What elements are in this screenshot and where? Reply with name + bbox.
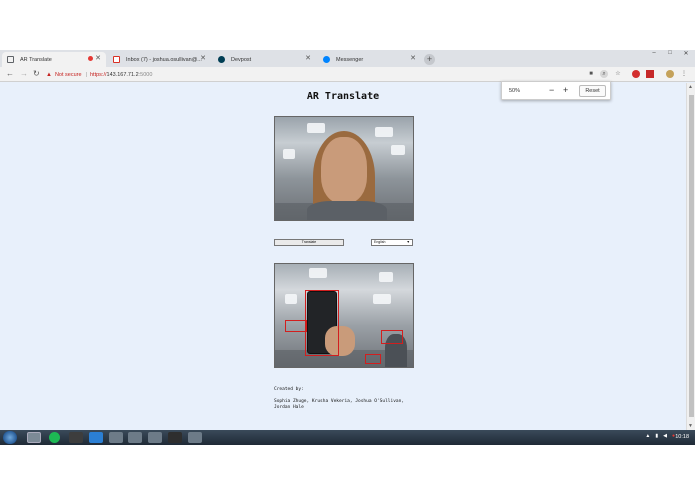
recording-icon xyxy=(88,56,93,61)
address-bar[interactable]: ▲ Not secure | https:// 143.167.71.2 :50… xyxy=(46,69,596,80)
zoom-in-button[interactable]: + xyxy=(563,85,568,95)
close-tab-icon[interactable]: ✕ xyxy=(410,54,416,62)
translate-button[interactable]: Translate xyxy=(274,239,344,246)
forward-icon[interactable]: → xyxy=(20,69,28,78)
close-window-icon[interactable]: ✕ xyxy=(681,50,691,57)
adblock-icon[interactable] xyxy=(632,70,640,78)
chrome-taskbar-icon[interactable] xyxy=(27,432,41,443)
window-controls: – □ ✕ xyxy=(649,50,691,57)
menu-icon[interactable]: ⋮ xyxy=(680,70,688,78)
profile-icon[interactable] xyxy=(666,70,674,78)
zoom-popup: 50% − + Reset xyxy=(501,81,611,100)
app-taskbar-icon[interactable] xyxy=(128,432,142,443)
terminal-taskbar-icon[interactable] xyxy=(168,432,182,443)
app-taskbar-icon[interactable] xyxy=(188,432,202,443)
volume-icon[interactable]: ◀ xyxy=(663,433,667,439)
browser-window: AR Translate ✕ Inbox (7) - joshua.osulli… xyxy=(0,50,695,445)
tab-devpost[interactable]: Devpost ✕ xyxy=(213,52,316,67)
clock[interactable]: 10:18 xyxy=(675,434,689,440)
messenger-icon xyxy=(323,56,330,63)
start-button[interactable] xyxy=(3,431,17,444)
tab-strip: AR Translate ✕ Inbox (7) - joshua.osulli… xyxy=(0,50,695,67)
new-tab-button[interactable]: + xyxy=(424,54,435,65)
app-taskbar-icon[interactable] xyxy=(148,432,162,443)
chevron-down-icon: ▼ xyxy=(406,240,410,244)
address-separator: | xyxy=(85,71,87,78)
extension-icon[interactable] xyxy=(646,70,654,78)
webcam-feed xyxy=(274,116,414,221)
zoom-level: 50% xyxy=(509,88,521,94)
page-scrollbar[interactable]: ▲ ▼ xyxy=(686,83,695,430)
close-tab-icon[interactable]: ✕ xyxy=(95,54,101,62)
detection-box xyxy=(285,320,307,332)
zoom-reset-button[interactable]: Reset xyxy=(579,85,606,97)
warning-icon: ▲ xyxy=(46,71,52,78)
page-icon xyxy=(7,56,14,63)
tab-label: AR Translate xyxy=(20,56,52,63)
zoom-out-button[interactable]: − xyxy=(549,85,554,95)
detection-box xyxy=(381,330,403,344)
minimize-icon[interactable]: – xyxy=(649,50,659,57)
tab-label: Devpost xyxy=(231,56,252,63)
signal-icon[interactable]: ▮ xyxy=(655,433,658,439)
detection-box xyxy=(305,290,339,356)
web-page: AR Translate Translate English ▼ Created… xyxy=(0,83,686,430)
vscode-taskbar-icon[interactable] xyxy=(89,432,103,443)
url-port: :5000 xyxy=(138,71,153,78)
taskbar: ▲ ▮ ◀ ● 10:18 xyxy=(0,430,695,445)
url-host: 143.167.71.2 xyxy=(106,71,139,78)
app-taskbar-icon[interactable] xyxy=(69,432,83,443)
app-taskbar-icon[interactable] xyxy=(109,432,123,443)
credits: Created by: Sophia Zhuge, Krusha Vekeria… xyxy=(274,387,404,411)
camera-icon[interactable]: ■ xyxy=(587,70,595,78)
credits-names: Jordan Hale xyxy=(274,405,304,410)
scroll-thumb[interactable] xyxy=(689,95,694,417)
scroll-up-icon[interactable]: ▲ xyxy=(688,84,693,90)
tab-label: Messenger xyxy=(336,56,364,63)
close-tab-icon[interactable]: ✕ xyxy=(305,54,311,62)
language-select-value: English xyxy=(374,240,386,244)
tab-inbox[interactable]: Inbox (7) - joshua.osullivan@... ✕ xyxy=(108,52,211,67)
not-secure-label: Not secure xyxy=(54,71,82,78)
system-tray: ▲ ▮ ◀ ● xyxy=(645,433,675,439)
gmail-icon xyxy=(113,56,120,63)
detection-box xyxy=(365,354,381,364)
close-tab-icon[interactable]: ✕ xyxy=(200,54,206,62)
devpost-icon xyxy=(218,56,225,63)
zoom-icon[interactable]: ⌕ xyxy=(600,70,608,78)
maximize-icon[interactable]: □ xyxy=(665,50,675,57)
reload-icon[interactable]: ↻ xyxy=(33,69,40,78)
tab-label: Inbox (7) - joshua.osullivan@... xyxy=(126,56,202,63)
tray-arrow-icon[interactable]: ▲ xyxy=(645,433,650,439)
tab-messenger[interactable]: Messenger ✕ xyxy=(318,52,421,67)
tab-ar-translate[interactable]: AR Translate ✕ xyxy=(2,52,106,67)
browser-toolbar: ← → ↻ ▲ Not secure | https:// 143.167.71… xyxy=(0,67,695,82)
annotated-feed xyxy=(274,263,414,368)
star-icon[interactable]: ☆ xyxy=(614,70,622,78)
scroll-down-icon[interactable]: ▼ xyxy=(688,423,693,429)
language-select[interactable]: English ▼ xyxy=(371,239,413,246)
url-scheme: https:// xyxy=(90,71,107,78)
back-icon[interactable]: ← xyxy=(6,69,14,78)
spotify-taskbar-icon[interactable] xyxy=(49,432,60,443)
